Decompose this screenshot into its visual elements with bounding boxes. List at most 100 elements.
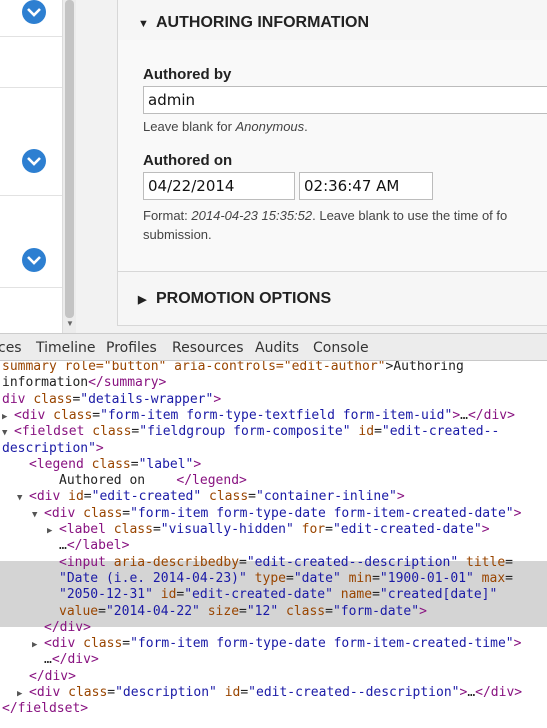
code-token: class [209,489,249,505]
dom-node-line[interactable]: ▼ <div class="form-item form-type-date fo… [0,506,547,522]
dom-node-line[interactable]: ▶ <label class="visually-hidden" for="edi… [0,522,547,538]
code-token: = [98,603,106,619]
dom-node-line-selected[interactable]: "Date (i.e. 2014-04-23)" type="date" min… [0,571,547,587]
dom-node-line[interactable]: ▼ <div id="edit-created" class="container… [0,489,547,505]
code-token: "form-item form-type-date form-item-crea… [130,505,514,521]
code-token: "Date (i.e. 2014-04-23)" [59,570,255,586]
dom-node-line-selected[interactable]: <input aria-describedby="edit-created--d… [0,555,547,571]
authored-by-description: Leave blank for Anonymous. [143,119,308,134]
dom-node-line[interactable]: </div> [0,669,547,685]
code-token: </div> [44,619,91,635]
collapse-node-icon[interactable]: ▼ [17,490,29,506]
code-token: = [285,570,294,586]
code-token: > [95,440,104,456]
code-token: "container-inline" [256,489,397,505]
collapsed-triangle-icon: ▶ [138,294,147,306]
list-divider [0,195,62,196]
dom-node-line-selected[interactable]: "2050-12-31" id = "edit-created-date" name… [0,587,547,603]
dom-node-line[interactable]: ▶ <div class="form-item form-type-date fo… [0,636,547,652]
time-input[interactable]: 02:36:47 AM [299,172,433,200]
date-input[interactable]: 04/22/2014 [143,172,295,200]
code-token: "2050-12-31" [59,587,161,603]
code-token: <legend [29,456,92,472]
code-token: <div [44,505,84,521]
code-token: = [505,570,513,586]
scroll-down-arrow-icon[interactable]: ▼ [65,318,75,330]
code-token: = [122,636,131,652]
code-token: = [92,407,101,423]
authoring-details: ▼ AUTHORING INFORMATION Authored by admin… [117,0,547,326]
promotion-summary-label: PROMOTION OPTIONS [156,290,332,307]
dom-node-line[interactable]: ▼ <fieldset class = "fieldgroup form-compos… [0,424,547,440]
code-token: </div> [475,685,523,700]
dom-node-line[interactable]: ▶ <div class="form-item form-type-textfie… [0,408,547,424]
page-scrollbar[interactable]: ▼ [62,0,76,333]
code-token: div [2,391,34,407]
dom-node-line[interactable]: description"> [0,441,547,457]
tab-profiles[interactable]: Profiles [106,340,157,356]
expand-chevron-icon[interactable] [22,248,46,272]
dom-node-line[interactable]: <legend class="label"> [0,457,547,473]
expand-node-icon[interactable]: ▶ [32,637,44,653]
code-token: "date" [293,570,349,586]
tab-timeline[interactable]: Timeline [36,340,96,356]
tab-console[interactable]: Console [313,340,369,356]
expand-chevron-icon[interactable] [22,149,46,173]
code-token: "edit-created--description" [248,685,460,700]
code-token: </summary> [88,375,167,391]
code-token: > [481,522,490,537]
code-token: = [505,554,513,570]
code-token: <div [44,636,84,652]
code-token: > [193,456,202,472]
expand-node-icon[interactable]: ▶ [2,409,14,425]
code-token: <fieldset [14,424,93,440]
code-token: type [254,570,286,586]
dom-node-line[interactable]: …</label> [0,538,547,554]
collapse-node-icon[interactable]: ▼ [2,425,14,441]
dom-node-line[interactable]: information</summary> [0,375,547,391]
code-token: >Authoring [385,361,464,374]
date-format-description: Format: 2014-04-23 15:35:52. Leave blank… [143,208,508,223]
scrollbar-thumb[interactable] [65,0,74,318]
dom-node-line[interactable]: summary role="button" aria-controls="edi… [0,361,547,375]
code-token: size [207,603,240,619]
code-token: <div [14,407,54,423]
tab-sources[interactable]: ces [0,340,22,356]
expand-node-icon[interactable]: ▶ [17,686,29,702]
code-token: id [224,685,241,700]
code-token: … [460,407,468,423]
code-token: "edit-created-- [381,424,500,440]
code-token: </legend> [176,473,247,489]
dom-node-line[interactable]: ▶ <div class="description" id="edit-creat… [0,685,547,701]
code-token: … [467,685,476,700]
code-token: = [239,554,247,570]
code-token: id [160,587,177,603]
code-token: Authored on [59,473,177,489]
code-token: </div> [467,407,515,423]
dom-node-line[interactable]: </fieldset> [0,701,547,717]
code-token: = [372,587,380,603]
dom-node-line[interactable]: div class="details-wrapper"> [0,392,547,408]
authored-by-input[interactable]: admin [143,86,547,114]
code-token: class [83,505,123,521]
dom-node-line[interactable]: Authored on </legend> [0,473,547,489]
collapse-node-icon[interactable]: ▼ [32,507,44,523]
code-token: > [396,489,405,505]
tab-resources[interactable]: Resources [172,340,244,356]
dom-node-line-selected[interactable]: value="2014-04-22" size="12" class="form… [0,604,547,620]
expand-chevron-icon[interactable] [22,0,46,24]
code-token: <div [29,685,69,700]
code-token: = [122,505,131,521]
authoring-summary[interactable]: ▼ AUTHORING INFORMATION [138,14,369,32]
code-token: > [452,407,461,423]
tab-audits[interactable]: Audits [255,340,299,356]
code-token: class [68,685,108,700]
promotion-summary[interactable]: ▶ PROMOTION OPTIONS [138,290,331,308]
expand-node-icon[interactable]: ▶ [47,523,59,539]
code-token: > [513,505,522,521]
code-token: min [348,570,373,586]
dom-node-line[interactable]: …</div> [0,652,547,668]
code-token: "edit-created--description" [246,554,467,570]
dom-node-line[interactable]: </div> [0,620,547,636]
code-token: > [213,391,222,407]
